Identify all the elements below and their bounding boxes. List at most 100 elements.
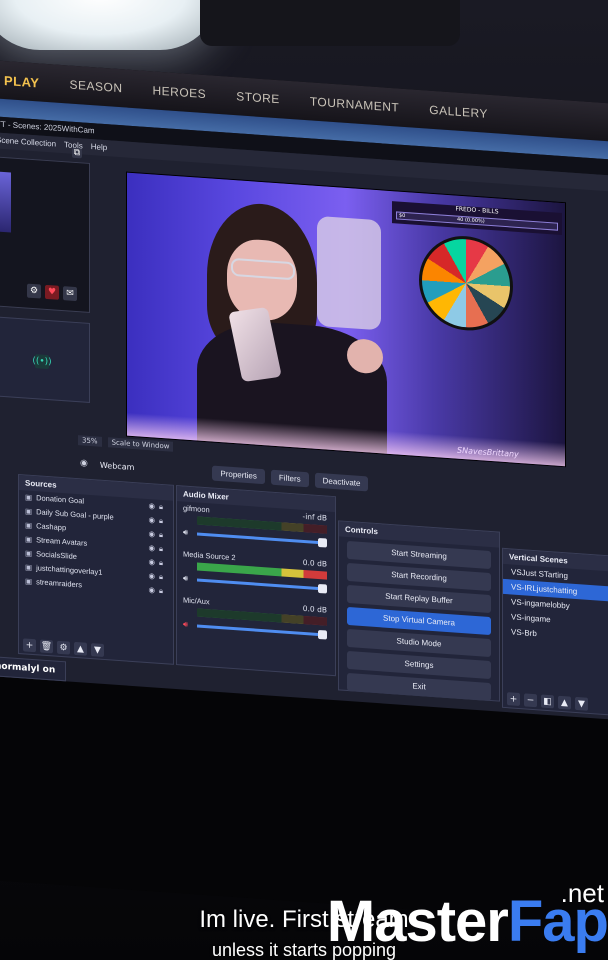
gear-icon[interactable]: ⚙ — [27, 283, 41, 299]
source-item-label: justchattingoverlay1 — [36, 563, 103, 577]
properties-button[interactable]: Properties — [212, 465, 265, 484]
zoom-level[interactable]: 35% — [78, 435, 102, 447]
sources-dock: Sources ▣ Donation Goal ◉🔒︎ ▣ Daily Sub Goal… — [18, 473, 174, 665]
slider-knob[interactable] — [318, 537, 327, 548]
sources-footer: + 🗑 ⚙ ▲ ▼ — [23, 638, 104, 657]
camera-icon: ◉ — [80, 458, 88, 469]
goal-value: 40 (0.00%) — [457, 216, 485, 225]
scene-down-icon[interactable]: ▼ — [575, 696, 588, 711]
source-item-actions: ◉🔒︎ — [148, 585, 167, 596]
program-preview[interactable]: FREDO - BILLS $0 40 (0.00%) SNavesBritta… — [126, 171, 566, 468]
game-nav-heroes[interactable]: HEROES — [153, 83, 207, 101]
watermark-fap: Fap — [507, 889, 608, 954]
left-panel-text: normalyl on — [0, 661, 56, 676]
broadcast-icon[interactable]: ((•)) — [32, 354, 52, 370]
source-item-label: Cashapp — [36, 521, 67, 533]
vertical-scenes-dock: Vertical Scenes VSJust STarting VS-IRLjus… — [502, 547, 608, 716]
source-item-actions: ◉🔒︎ — [148, 543, 167, 554]
menu-scene-collection[interactable]: Scene Collection — [0, 135, 56, 149]
speaker-icon[interactable]: 🔊︎ — [183, 619, 188, 629]
source-item-actions: ◉🔒︎ — [148, 571, 167, 582]
remove-scene-icon[interactable]: − — [524, 693, 537, 708]
lock-icon[interactable]: 🔒︎ — [159, 558, 167, 568]
light-arm — [200, 0, 460, 46]
lock-icon[interactable]: 🔒︎ — [159, 572, 167, 582]
eye-icon[interactable]: ◉ — [148, 529, 159, 539]
obs-window: TT - Scenes: 2025WithCam Scene Collectio… — [0, 116, 608, 720]
scale-select[interactable]: Scale to Window — [107, 437, 174, 452]
photo-scene: PLAY SEASON HEROES STORE TOURNAMENT GALL… — [0, 0, 608, 960]
scene-filter-icon[interactable]: ◧ — [541, 694, 554, 709]
lock-icon[interactable]: 🔒︎ — [159, 544, 167, 554]
slider-knob[interactable] — [318, 629, 327, 640]
toolbar-spacer — [146, 468, 206, 472]
game-nav-play[interactable]: PLAY — [4, 72, 39, 89]
image-icon: ▣ — [25, 562, 33, 572]
goal-icon: ▣ — [25, 492, 33, 502]
source-item-actions: ◉🔒︎ — [148, 515, 167, 526]
source-item-label: Donation Goal — [36, 493, 85, 506]
scene-up-icon[interactable]: ▲ — [558, 695, 571, 710]
sources-list: ▣ Donation Goal ◉🔒︎ ▣ Daily Sub Goal - purpl… — [19, 490, 173, 599]
lock-icon[interactable]: 🔒︎ — [159, 516, 167, 526]
media-icon: ▣ — [25, 520, 33, 530]
game-nav-store[interactable]: STORE — [236, 89, 280, 106]
game-nav-season[interactable]: SEASON — [69, 78, 122, 96]
source-settings-icon[interactable]: ⚙ — [57, 640, 70, 655]
menu-help[interactable]: Help — [91, 142, 107, 153]
media-icon: ▣ — [25, 534, 33, 544]
game-nav-gallery[interactable]: GALLERY — [429, 103, 488, 121]
source-item-label: streamraiders — [36, 577, 82, 590]
filters-button[interactable]: Filters — [270, 469, 309, 487]
game-nav-tournament[interactable]: TOURNAMENT — [310, 94, 399, 114]
deactivate-button[interactable]: Deactivate — [314, 472, 369, 491]
goal-icon: ▣ — [25, 506, 33, 516]
selected-source-label: Webcam — [99, 460, 135, 472]
channel-db: 0.0 dB — [302, 557, 327, 569]
speaker-icon[interactable]: 🔊︎ — [183, 573, 188, 583]
source-item-label: SocialsSlide — [36, 549, 77, 562]
source-item-actions: ◉🔒︎ — [148, 501, 167, 512]
source-item-label: Stream Avatars — [36, 535, 88, 548]
watermark-master: Master — [326, 889, 509, 954]
lock-icon[interactable]: 🔒︎ — [159, 586, 167, 596]
volume-slider[interactable] — [197, 578, 327, 594]
add-source-icon[interactable]: + — [23, 638, 36, 653]
browser-icon: ▣ — [25, 548, 33, 558]
move-up-icon[interactable]: ▲ — [74, 641, 87, 656]
slider-knob[interactable] — [318, 583, 327, 594]
add-scene-icon[interactable]: + — [507, 692, 520, 707]
remove-source-icon[interactable]: 🗑 — [40, 639, 53, 654]
lock-icon[interactable]: 🔒︎ — [159, 530, 167, 540]
eye-icon[interactable]: ◉ — [148, 515, 159, 525]
lock-icon[interactable]: 🔒︎ — [159, 502, 167, 512]
scenes-dock-preview: ⚙ ♥ ✉ — [0, 156, 90, 313]
move-down-icon[interactable]: ▼ — [91, 643, 104, 657]
chat-icon[interactable]: ✉ — [63, 286, 77, 302]
eye-icon[interactable]: ◉ — [148, 557, 159, 567]
volume-slider[interactable] — [197, 532, 327, 548]
eye-icon[interactable]: ◉ — [148, 543, 159, 553]
vertical-scenes-footer: + − ◧ ▲ ▼ — [507, 692, 588, 711]
left-bottom-panel: normalyl on — [0, 656, 66, 682]
scene-thumbnail[interactable] — [0, 171, 11, 233]
vertical-scenes-list: VSJust STarting VS-IRLjustchatting VS-inga… — [503, 564, 608, 646]
mixer-channel: Mic/Aux 0.0 dB 🔊︎ — [177, 593, 335, 650]
eye-icon[interactable]: ◉ — [148, 501, 159, 511]
channel-db: 0.0 dB — [302, 603, 327, 615]
dock-float-icon[interactable]: ⧉ — [72, 147, 82, 159]
eye-icon[interactable]: ◉ — [148, 571, 159, 581]
controls-dock: Controls Start Streaming Start Recording S… — [338, 520, 500, 702]
controls-buttons: Start Streaming Start Recording Start Repl… — [339, 540, 499, 702]
speaker-icon[interactable]: 🔊︎ — [183, 527, 188, 537]
eye-icon[interactable]: ◉ — [148, 585, 159, 595]
mixer-channels: gifmoon -inf dB 🔊︎ Media Source 2 0.0 dB 🔊︎ Mi… — [177, 501, 335, 650]
gaming-chair — [317, 215, 381, 331]
monitor: PLAY SEASON HEROES STORE TOURNAMENT GALL… — [0, 60, 608, 925]
volume-slider[interactable] — [197, 624, 327, 640]
source-item-actions: ◉🔒︎ — [148, 557, 167, 568]
browser-icon: ▣ — [25, 576, 33, 586]
watermark-logo: MasterFap — [327, 888, 608, 955]
source-item-actions: ◉🔒︎ — [148, 529, 167, 540]
heart-icon[interactable]: ♥ — [45, 284, 59, 300]
